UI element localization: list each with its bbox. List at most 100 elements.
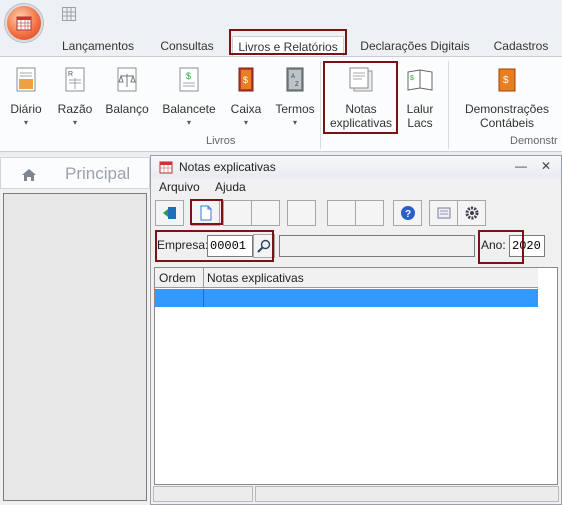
status-panel-1 [153,486,253,502]
column-header-ordem[interactable]: Ordem [159,271,196,285]
nav-tree-area[interactable] [3,193,147,501]
svg-text:A: A [291,74,295,80]
balanco-icon [117,67,137,92]
window-title: Notas explicativas [179,160,276,174]
ribbon-button-notas-explicativas[interactable]: Notas explicativas [328,65,394,130]
ribbon-group-demonstr-label: Demonstr [510,135,558,147]
balanco-label: Balanço [105,102,149,116]
menu-arquivo[interactable]: Arquivo [159,180,200,194]
ano-input[interactable]: 2020 [509,235,545,257]
gear-icon [465,206,478,220]
minimize-button[interactable]: — [515,159,527,173]
svg-text:$: $ [186,71,191,81]
search-icon [257,239,271,253]
chevron-down-icon: ▾ [72,118,77,127]
ano-label: Ano: [481,238,506,252]
column-header-notas[interactable]: Notas explicativas [207,271,304,285]
chevron-down-icon: ▾ [23,118,28,127]
razao-label: Razão [57,102,93,116]
svg-text:?: ? [405,209,411,220]
calendar-icon [159,161,173,174]
quick-access-grid-icon[interactable] [62,7,76,21]
caixa-label: Caixa [230,102,262,116]
ribbon-button-diario[interactable]: Diário ▾ [6,65,46,127]
empresa-row: Empresa: 00001 Ano: 2020 [151,234,561,260]
demonstracoes-icon: $ [498,68,516,92]
notas-grid[interactable]: Ordem Notas explicativas [154,267,558,485]
close-button[interactable]: ✕ [541,159,551,173]
nav-title: Principal [65,164,131,183]
lalur-book-icon: $ [407,69,433,91]
exit-door-icon [162,207,176,219]
tab-lancamentos[interactable]: Lançamentos [58,36,138,56]
ribbon-button-demonstracoes-contabeis[interactable]: $ Demonstrações Contábeis [460,65,554,130]
new-document-icon [200,205,211,221]
table-row-selected[interactable] [155,289,538,307]
calendar-icon [16,16,32,31]
report-button[interactable] [429,200,458,226]
empresa-input[interactable]: 00001 [207,235,253,257]
tab-cadastros[interactable]: Cadastros [488,36,554,56]
svg-text:$: $ [410,75,414,82]
notas-explicativas-label: Notas explicativas [329,102,393,130]
ribbon-button-caixa[interactable]: $ Caixa ▾ [226,65,266,127]
termos-book-icon: A Z [286,67,304,92]
notas-explicativas-icon [349,67,373,92]
toolbar-button-empty-4[interactable] [327,200,356,226]
report-icon [437,207,450,219]
toolbar-button-empty-2[interactable] [251,200,280,226]
nav-tab-principal[interactable]: Principal [0,157,150,189]
exit-button[interactable] [155,200,184,226]
help-icon: ? [400,206,415,220]
window-statusbar [151,486,561,504]
home-icon [22,169,36,181]
menu-ajuda[interactable]: Ajuda [215,180,246,194]
notas-explicativas-window: Notas explicativas — ✕ Arquivo Ajuda ? E… [150,155,562,505]
lalur-lacs-label: Lalur Lacs [406,102,434,130]
toolbar-button-empty-5[interactable] [355,200,384,226]
empresa-search-button[interactable] [253,234,275,258]
diario-icon [16,67,36,92]
window-caption: Notas explicativas — ✕ [151,156,561,178]
razao-icon: R [65,67,85,92]
ribbon-separator [448,61,449,149]
toolbar-button-empty-1[interactable] [223,200,252,226]
ribbon-button-lalur-lacs[interactable]: $ Lalur Lacs [398,65,442,130]
chevron-down-icon: ▾ [243,118,248,127]
svg-text:$: $ [503,75,509,86]
svg-text:$: $ [243,75,248,85]
chevron-down-icon: ▾ [186,118,191,127]
toolbar-button-empty-3[interactable] [287,200,316,226]
ribbon-tabs: Lançamentos Consultas Livros e Relatório… [0,34,562,56]
tab-consultas[interactable]: Consultas [156,36,218,56]
app-titlebar [0,0,562,42]
svg-text:Z: Z [295,82,299,88]
demonstracoes-contabeis-label: Demonstrações Contábeis [464,102,550,130]
svg-text:R: R [68,71,73,78]
help-button[interactable]: ? [393,200,422,226]
termos-label: Termos [275,102,315,116]
grid-header: Ordem Notas explicativas [155,268,538,288]
app-menu-orb-button[interactable] [5,4,43,42]
tab-livros-e-relatorios[interactable]: Livros e Relatórios [232,36,344,56]
status-panel-2 [255,486,559,502]
ribbon-button-balanco[interactable]: Balanço [104,65,150,116]
column-divider [203,268,204,288]
balancete-icon: $ [179,67,199,92]
empresa-name-field [279,235,475,257]
empresa-label: Empresa: [157,238,209,252]
ribbon-button-razao[interactable]: R Razão ▾ [55,65,95,127]
new-document-button[interactable] [191,200,220,226]
diario-label: Diário [10,102,42,116]
ribbon-panel: Diário ▾ R Razão ▾ Balanço $ Balancete ▾… [0,56,562,152]
ribbon-group-livros-label: Livros [206,135,236,147]
window-toolbar: ? [155,200,555,226]
caixa-book-icon: $ [238,67,254,92]
balancete-label: Balancete [162,102,216,116]
chevron-down-icon: ▾ [292,118,297,127]
settings-button[interactable] [457,200,486,226]
row-divider [203,289,204,307]
ribbon-button-termos[interactable]: A Z Termos ▾ [272,65,318,127]
ribbon-button-balancete[interactable]: $ Balancete ▾ [162,65,216,127]
tab-declaracoes-digitais[interactable]: Declarações Digitais [358,36,472,56]
